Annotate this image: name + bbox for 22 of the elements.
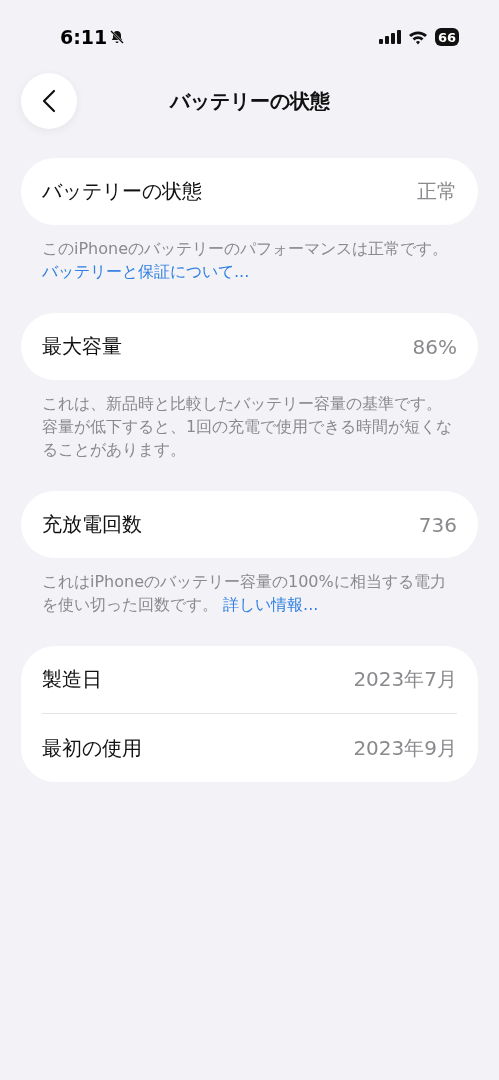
section-footnote: これはiPhoneのバッテリー容量の100%に相当する電力を使い切った回数です。 詳しい情報... [42,571,447,616]
muted-bell-icon [109,29,126,45]
row-value: 2023年7月 [353,666,457,693]
info-link[interactable]: 詳しい情報... [223,595,319,614]
status-time: 6:11 [60,26,108,48]
wifi-icon [407,29,428,45]
back-chevron-icon [42,89,56,113]
row-label: バッテリーの状態 [42,178,202,205]
battery-icon: 66 [434,28,459,46]
page-title: バッテリーの状態 [169,87,330,115]
row-value: 86% [412,334,457,359]
section-footnote: このiPhoneのバッテリーのパフォーマンスは正常です。 バッテリーと保証について... [42,238,449,283]
section-footnote: これは、新品時と比較したバッテリー容量の基準です。容量が低下すると、1回の充電で使用できる時間が短くなることがあります。 [42,393,454,461]
row-label: 製造日 [42,666,102,693]
row-value: 2023年9月 [353,734,457,762]
info-link[interactable]: バッテリーと保証について... [42,262,250,281]
row-label: 最大容量 [42,333,122,360]
row-value: 736 [418,512,457,537]
row-label: 充放電回数 [42,511,142,538]
signal-icon [378,30,401,44]
row-label: 最初の使用 [42,734,142,762]
row-value: 正常 [417,178,457,205]
